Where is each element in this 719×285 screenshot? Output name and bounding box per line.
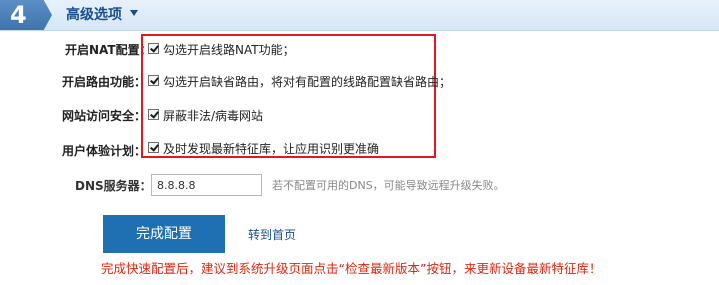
nat-label: 开启NAT配置： (65, 43, 152, 57)
nat-checkbox[interactable] (148, 43, 159, 54)
dns-input[interactable] (151, 174, 262, 196)
dns-label: DNS服务器： (75, 179, 152, 193)
ux-plan-label: 用户体验计划： (62, 144, 147, 158)
step-number-badge: 4 (0, 0, 52, 30)
finish-config-button[interactable]: 完成配置 (103, 215, 225, 253)
web-security-option-text: 屏蔽非法/病毒网站 (163, 109, 264, 123)
route-checkbox[interactable] (148, 75, 159, 86)
web-security-label: 网站访问安全： (62, 109, 147, 123)
dns-hint: 若不配置可用的DNS，可能导致远程升级失败。 (272, 179, 505, 192)
nat-option-text: 勾选开启线路NAT功能； (163, 43, 295, 57)
route-label: 开启路由功能： (62, 75, 147, 89)
section-title[interactable]: 高级选项 (66, 6, 122, 24)
ux-plan-checkbox[interactable] (148, 142, 159, 153)
upgrade-notice: 完成快速配置后，建议到系统升级页面点击“检查最新版本”按钮，来更新设备最新特征库… (101, 261, 602, 276)
section-header: 4 高级选项 (0, 0, 719, 31)
go-home-link[interactable]: 转到首页 (248, 227, 296, 243)
caret-down-icon[interactable] (130, 10, 138, 16)
route-option-text: 勾选开启缺省路由，将对有配置的线路配置缺省路由； (163, 75, 452, 89)
ux-plan-option-text: 及时发现最新特征库，让应用识别更准确 (163, 142, 380, 156)
web-security-checkbox[interactable] (148, 109, 159, 120)
